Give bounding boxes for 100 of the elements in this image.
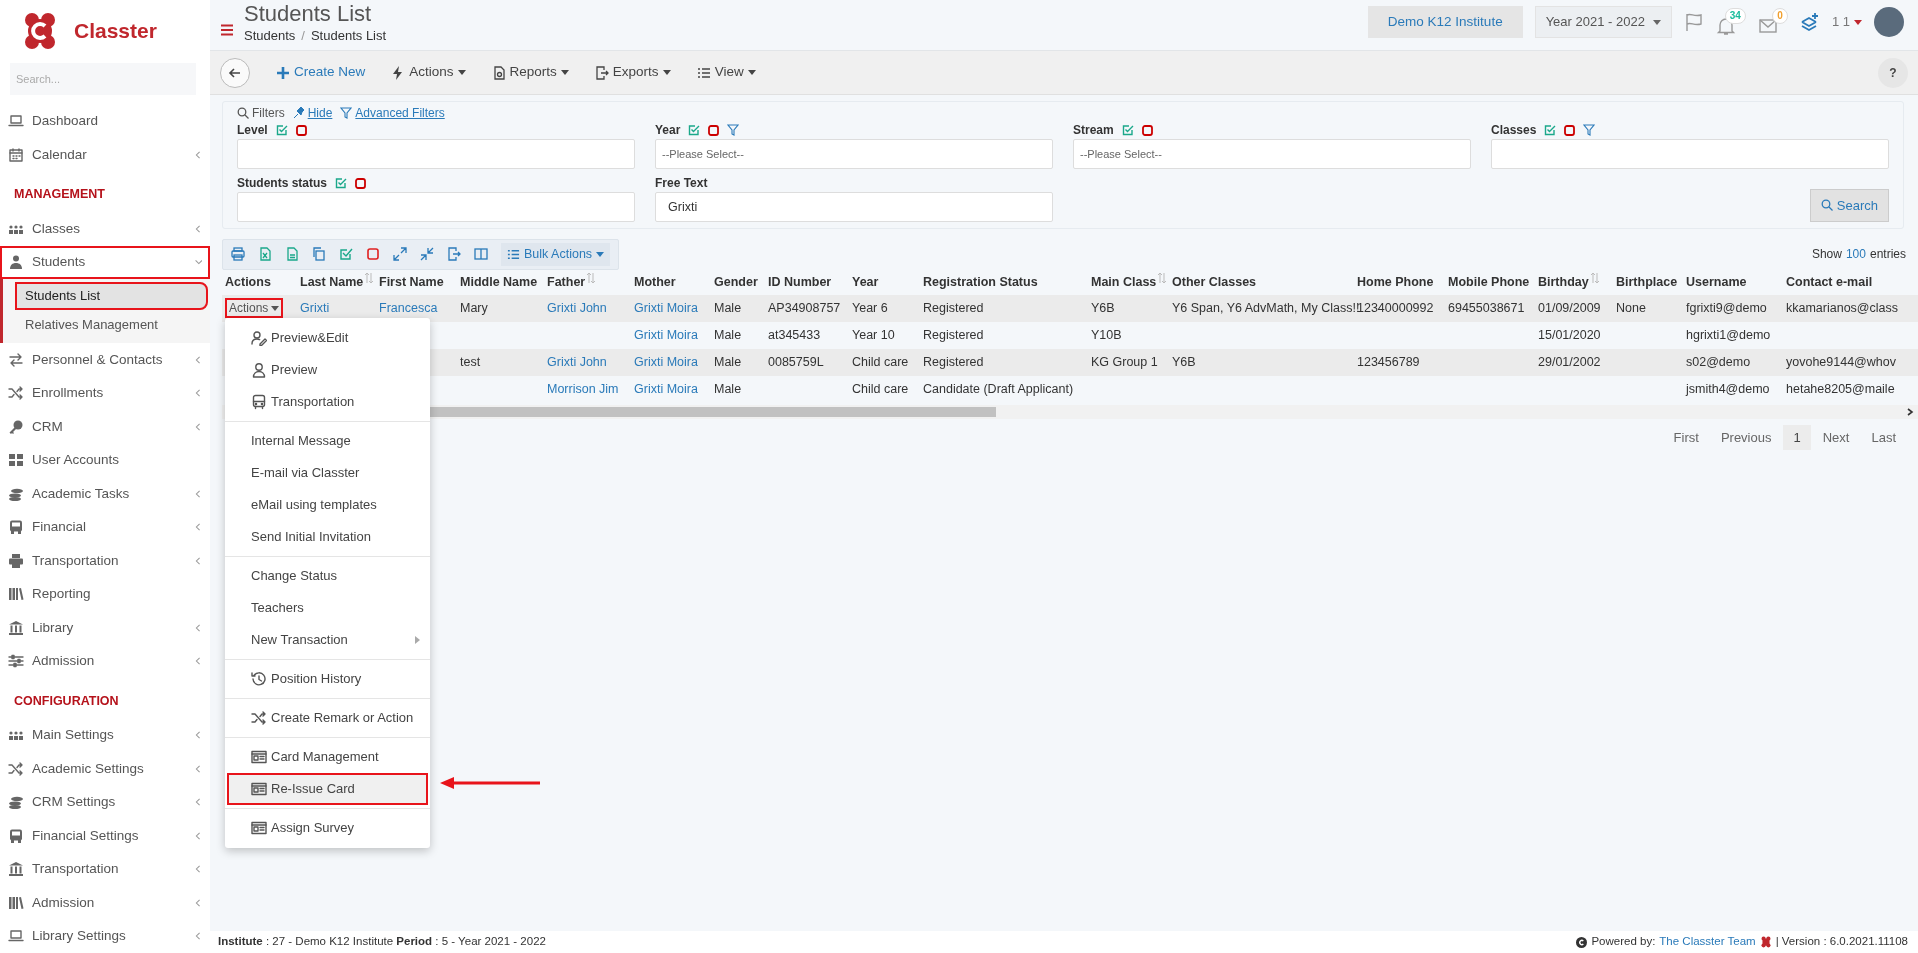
table-link[interactable]: Francesca [379,300,438,315]
avatar[interactable] [1874,7,1904,38]
table-tool-button[interactable] [231,247,245,262]
hide-link[interactable]: Hide [292,104,333,122]
table-tool-button[interactable] [420,247,434,262]
toolbar-dropdown[interactable]: View [696,62,756,83]
column-header[interactable]: ID Number [765,273,849,293]
select-field[interactable]: --Please Select-- [655,139,1053,169]
sidebar-item[interactable]: Admission [0,885,210,920]
column-header[interactable]: Actions [222,273,297,293]
column-header[interactable]: Mobile Phone [1445,273,1535,293]
year-select[interactable]: Year 2021 - 2022 [1534,6,1672,38]
clear-button[interactable] [708,124,720,136]
table-tool-button[interactable] [393,247,407,262]
table-link[interactable]: Morrison Jim [547,381,619,396]
sidebar-item[interactable]: Transportation [0,852,210,886]
column-header[interactable]: Last Name [297,273,376,293]
search-button[interactable]: Search [1809,188,1889,222]
toolbar-dropdown[interactable]: Actions [391,62,466,83]
table-tool-button[interactable] [339,247,353,262]
sidebar-item[interactable]: Library [0,610,210,645]
text-field[interactable]: Grixti [655,192,1053,222]
table-tool-button[interactable] [258,247,272,262]
column-header[interactable]: Other Classes [1169,273,1354,293]
column-header[interactable]: Father [544,273,631,293]
filter-button[interactable] [1583,124,1596,136]
select-all-button[interactable] [1121,124,1134,136]
sidebar-item[interactable]: Transportation [0,544,210,578]
menu-item[interactable]: Teachers [227,592,428,624]
menu-item[interactable]: Create Remark or Action [227,702,428,734]
table-link[interactable]: Grixti John [547,300,607,315]
institute-button[interactable]: Demo K12 Institute [1367,6,1523,39]
sidebar-item[interactable]: Admission [0,644,210,678]
sidebar-item[interactable]: Library Settings [0,919,210,953]
column-header[interactable]: Username [1683,273,1783,293]
sidebar-item[interactable]: Calendar [0,138,210,172]
team-link[interactable]: The Classter Team [1659,933,1756,951]
bulk-actions-button[interactable]: Bulk Actions [501,243,611,266]
pagination-button[interactable]: First [1663,424,1709,451]
menu-item[interactable]: Preview&Edit [227,322,428,354]
menu-item[interactable]: Position History [227,663,428,695]
sidebar-item[interactable]: Enrollments [0,376,210,411]
table-tool-button[interactable] [447,247,461,262]
menu-item[interactable]: Transportation [227,386,428,418]
sidebar-item[interactable]: Main Settings [0,718,210,753]
menu-item[interactable]: Preview [227,354,428,386]
advanced-filters-link[interactable]: Advanced Filters [340,104,445,122]
select-all-button[interactable] [688,124,701,136]
table-link[interactable]: Grixti [300,300,330,315]
select-field[interactable] [237,192,635,222]
filter-button[interactable] [727,124,740,136]
table-tool-button[interactable] [366,247,380,262]
menu-item[interactable]: E-mail via Classter [227,457,428,489]
menu-item[interactable]: Re-Issue Card [227,773,428,805]
clear-button[interactable] [295,124,307,136]
sidebar-item[interactable]: Students [0,245,210,280]
clear-button[interactable] [355,177,366,189]
sidebar-item[interactable]: User Accounts [0,443,210,478]
select-field[interactable] [237,139,635,169]
select-all-button[interactable] [1544,124,1557,136]
menu-item[interactable]: Assign Survey [227,812,428,844]
page-size-select[interactable]: 100 [1845,245,1866,264]
user-menu[interactable]: 1 1 [1831,12,1862,32]
table-link[interactable]: Grixti Moira [634,381,698,396]
menu-item[interactable]: Internal Message [227,425,428,457]
column-header[interactable]: Gender [711,273,765,293]
pagination-button[interactable]: 1 [1783,424,1811,451]
table-link[interactable]: Grixti Moira [634,300,698,315]
sidebar-item[interactable]: Classes [0,212,210,246]
sidebar-subitem[interactable]: Relatives Management [15,310,208,339]
sidebar-item[interactable]: Personnel & Contacts [0,343,210,377]
back-button[interactable] [220,57,250,88]
column-header[interactable]: Birthplace [1613,273,1683,293]
sidebar-item[interactable]: CRM [0,410,210,444]
table-tool-button[interactable] [474,247,488,262]
toolbar-dropdown[interactable]: Reports [491,62,569,83]
column-header[interactable]: Year [849,273,920,293]
sidebar-subitem[interactable]: Students List [15,282,208,310]
sidebar-item[interactable]: Reporting [0,577,210,611]
select-all-button[interactable] [275,124,288,136]
table-tool-button[interactable] [285,247,299,262]
menu-item[interactable]: Card Management [227,741,428,773]
select-field[interactable] [1491,139,1889,169]
table-link[interactable]: Grixti John [547,354,607,369]
clear-button[interactable] [1564,124,1576,136]
breadcrumb-item[interactable]: Students [244,26,296,46]
create-new-button[interactable]: Create New [276,62,366,83]
help-button[interactable]: ? [1878,57,1908,88]
pagination-button[interactable]: Last [1861,424,1906,451]
select-field[interactable]: --Please Select-- [1073,139,1471,169]
sidebar-item[interactable]: Academic Settings [0,752,210,786]
sidebar-item[interactable]: Dashboard [0,104,210,138]
column-header[interactable]: Mother [631,273,711,293]
pagination-button[interactable]: Next [1812,424,1860,451]
table-link[interactable]: Grixti Moira [634,354,698,369]
table-link[interactable]: Grixti Moira [634,327,698,342]
column-header[interactable]: Middle Name [457,273,544,293]
menu-item[interactable]: Send Initial Invitation [227,521,428,553]
clear-button[interactable] [1141,124,1153,136]
menu-item[interactable]: Change Status [227,560,428,592]
